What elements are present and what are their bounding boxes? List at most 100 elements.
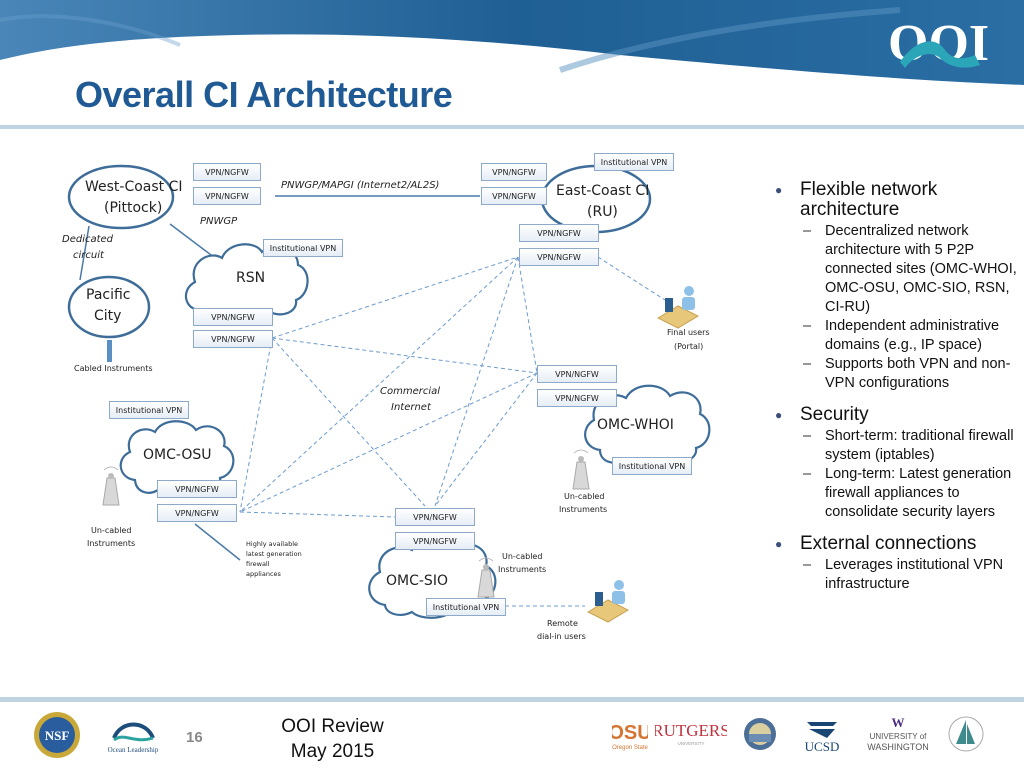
vpn-ngfw-box: VPN/NGFW xyxy=(157,480,237,498)
institutional-vpn-box: Institutional VPN xyxy=(263,239,343,257)
sio-uncabled-label-2: Instruments xyxy=(498,565,547,574)
whoi-uncabled-label-1: Un-cabled xyxy=(564,492,605,501)
vpn-ngfw-box: VPN/NGFW xyxy=(395,532,475,550)
svg-text:RUTGERS: RUTGERS xyxy=(655,721,727,740)
remote-users-label-1: Remote xyxy=(547,619,578,628)
link-rsn-whoi xyxy=(271,337,538,374)
vpn-ngfw-box: VPN/NGFW xyxy=(193,187,261,205)
svg-text:UCSD: UCSD xyxy=(805,739,840,754)
footer-line-1: OOI Review xyxy=(281,716,384,737)
bullet-list: ● Flexible network architecture – Decentra… xyxy=(770,180,1020,594)
footer-line-2: May 2015 xyxy=(290,741,375,762)
pnwgp-mapgi-label: PNWGP/MAPGI (Internet2/AL2S) xyxy=(281,180,440,191)
dedicated-circuit-label-2: circuit xyxy=(73,250,104,261)
sub-bullet-item: – Long-term: Latest generation firewall a… xyxy=(803,466,1012,520)
nsf-logo: NSF xyxy=(34,712,80,758)
vpn-ngfw-box: VPN/NGFW xyxy=(537,365,617,383)
pacific-city-node xyxy=(67,275,151,339)
svg-text:WASHINGTON: WASHINGTON xyxy=(867,742,929,752)
west-coast-label-2: (Pittock) xyxy=(104,200,163,216)
bullet-item: ● External connections xyxy=(770,534,1020,554)
firewall-note-line-4: appliances xyxy=(246,570,281,578)
svg-text:OSU: OSU xyxy=(612,722,648,744)
vpn-ngfw-box: VPN/NGFW xyxy=(157,504,237,522)
portal-user-icon xyxy=(656,286,700,329)
west-coast-label-1: West-Coast CI xyxy=(85,179,183,195)
pnwgp-label: PNWGP xyxy=(200,216,238,227)
bullet-text: External connections xyxy=(800,533,977,554)
bullet-dot-icon: ● xyxy=(775,537,783,551)
vpn-ngfw-box: VPN/NGFW xyxy=(519,224,599,242)
commercial-internet-label-2: Internet xyxy=(391,402,431,413)
vpn-ngfw-box: VPN/NGFW xyxy=(193,163,261,181)
bullet-item: ● Flexible network architecture xyxy=(770,180,1020,220)
footer-divider xyxy=(0,697,1024,702)
sub-bullet-item: – Independent administrative domains (e.g… xyxy=(803,318,1000,353)
rsn-label: RSN xyxy=(236,270,266,286)
sub-bullet-item: – Short-term: traditional firewall system… xyxy=(803,428,1014,463)
firewall-note-label: Highly available latest generation firew… xyxy=(246,539,302,579)
institutional-vpn-box: Institutional VPN xyxy=(612,457,692,475)
osu-uncabled-label-2: Instruments xyxy=(87,539,136,548)
bullet-text: Security xyxy=(800,404,869,425)
remote-user-icon xyxy=(586,580,630,623)
sub-bullet-text: Decentralized network architecture with … xyxy=(825,223,1017,315)
east-coast-label-1: East-Coast CI xyxy=(556,183,650,199)
cabled-instruments-label: Cabled Instruments xyxy=(74,364,153,373)
whoi-logo xyxy=(948,716,984,752)
sub-bullet-item: – Supports both VPN and non-VPN configura… xyxy=(803,356,1011,391)
dedicated-circuit-label-1: Dedicated xyxy=(62,234,114,245)
bullet-item: ● Security xyxy=(770,405,1020,425)
institutional-vpn-box: Institutional VPN xyxy=(426,598,506,616)
svg-text:UNIVERSITY of: UNIVERSITY of xyxy=(870,732,928,741)
svg-text:UNIVERSITY: UNIVERSITY xyxy=(677,741,704,746)
pnwgp-link xyxy=(169,223,216,259)
footer-text: OOI Review May 2015 xyxy=(260,714,405,764)
remote-users-label-2: dial-in users xyxy=(537,632,586,641)
sub-bullet-text: Leverages institutional VPN infrastructu… xyxy=(825,557,1004,592)
link-rsn-osu xyxy=(239,337,273,513)
uncabled-antenna-icon xyxy=(572,449,590,490)
link-ru-sio xyxy=(434,256,519,507)
ucsd-logo: UCSD xyxy=(805,722,840,754)
network-diagram xyxy=(67,164,711,623)
east-coast-node xyxy=(540,164,652,234)
vpn-ngfw-box: VPN/NGFW xyxy=(193,308,273,326)
firewall-note-pointer xyxy=(194,523,241,561)
firewall-note-line-3: firewall xyxy=(246,560,270,568)
sub-bullet-text: Long-term: Latest generation firewall ap… xyxy=(825,466,1012,520)
uncabled-antenna-icon xyxy=(102,466,120,506)
firewall-note-line-1: Highly available xyxy=(246,540,298,548)
firewall-note-line-2: latest generation xyxy=(246,550,302,558)
ocean-leadership-logo: Ocean Leadership xyxy=(108,722,159,754)
svg-text:Ocean Leadership: Ocean Leadership xyxy=(108,746,159,754)
seal-logo xyxy=(744,718,776,750)
cable-icon xyxy=(107,340,112,362)
svg-text:NSF: NSF xyxy=(45,728,70,743)
sio-uncabled-label-1: Un-cabled xyxy=(502,552,543,561)
vpn-ngfw-box: VPN/NGFW xyxy=(395,508,475,526)
page-number: 16 xyxy=(186,729,203,746)
sub-bullet-item: – Leverages institutional VPN infrastruct… xyxy=(803,557,1004,592)
link-osu-sio xyxy=(239,511,396,518)
link-rsn-ru xyxy=(271,256,519,339)
commercial-internet-label-1: Commercial xyxy=(380,386,441,397)
sub-bullet-text: Short-term: traditional firewall system … xyxy=(825,428,1014,463)
sub-bullet-text: Supports both VPN and non-VPN configurat… xyxy=(825,356,1011,391)
omc-whoi-label: OMC-WHOI xyxy=(597,417,674,433)
link-ru-portal xyxy=(597,256,666,301)
omc-osu-label: OMC-OSU xyxy=(143,447,212,463)
pacific-city-label-1: Pacific xyxy=(86,287,131,303)
vpn-ngfw-box: VPN/NGFW xyxy=(519,248,599,266)
svg-text:Oregon State: Oregon State xyxy=(612,745,648,751)
svg-text:W: W xyxy=(892,715,905,730)
bullet-dot-icon: ● xyxy=(775,183,783,197)
sub-bullet-item: – Decentralized network architecture with… xyxy=(803,223,1017,315)
osu-logo: OSU Oregon State xyxy=(612,722,648,751)
sub-bullet-text: Independent administrative domains (e.g.… xyxy=(825,318,1000,353)
bullet-text: Flexible network architecture xyxy=(800,179,938,220)
east-coast-label-2: (RU) xyxy=(587,204,618,220)
ooi-logo: OOI xyxy=(888,15,989,72)
link-whoi-sio xyxy=(434,372,538,507)
link-ru-whoi xyxy=(517,256,538,374)
